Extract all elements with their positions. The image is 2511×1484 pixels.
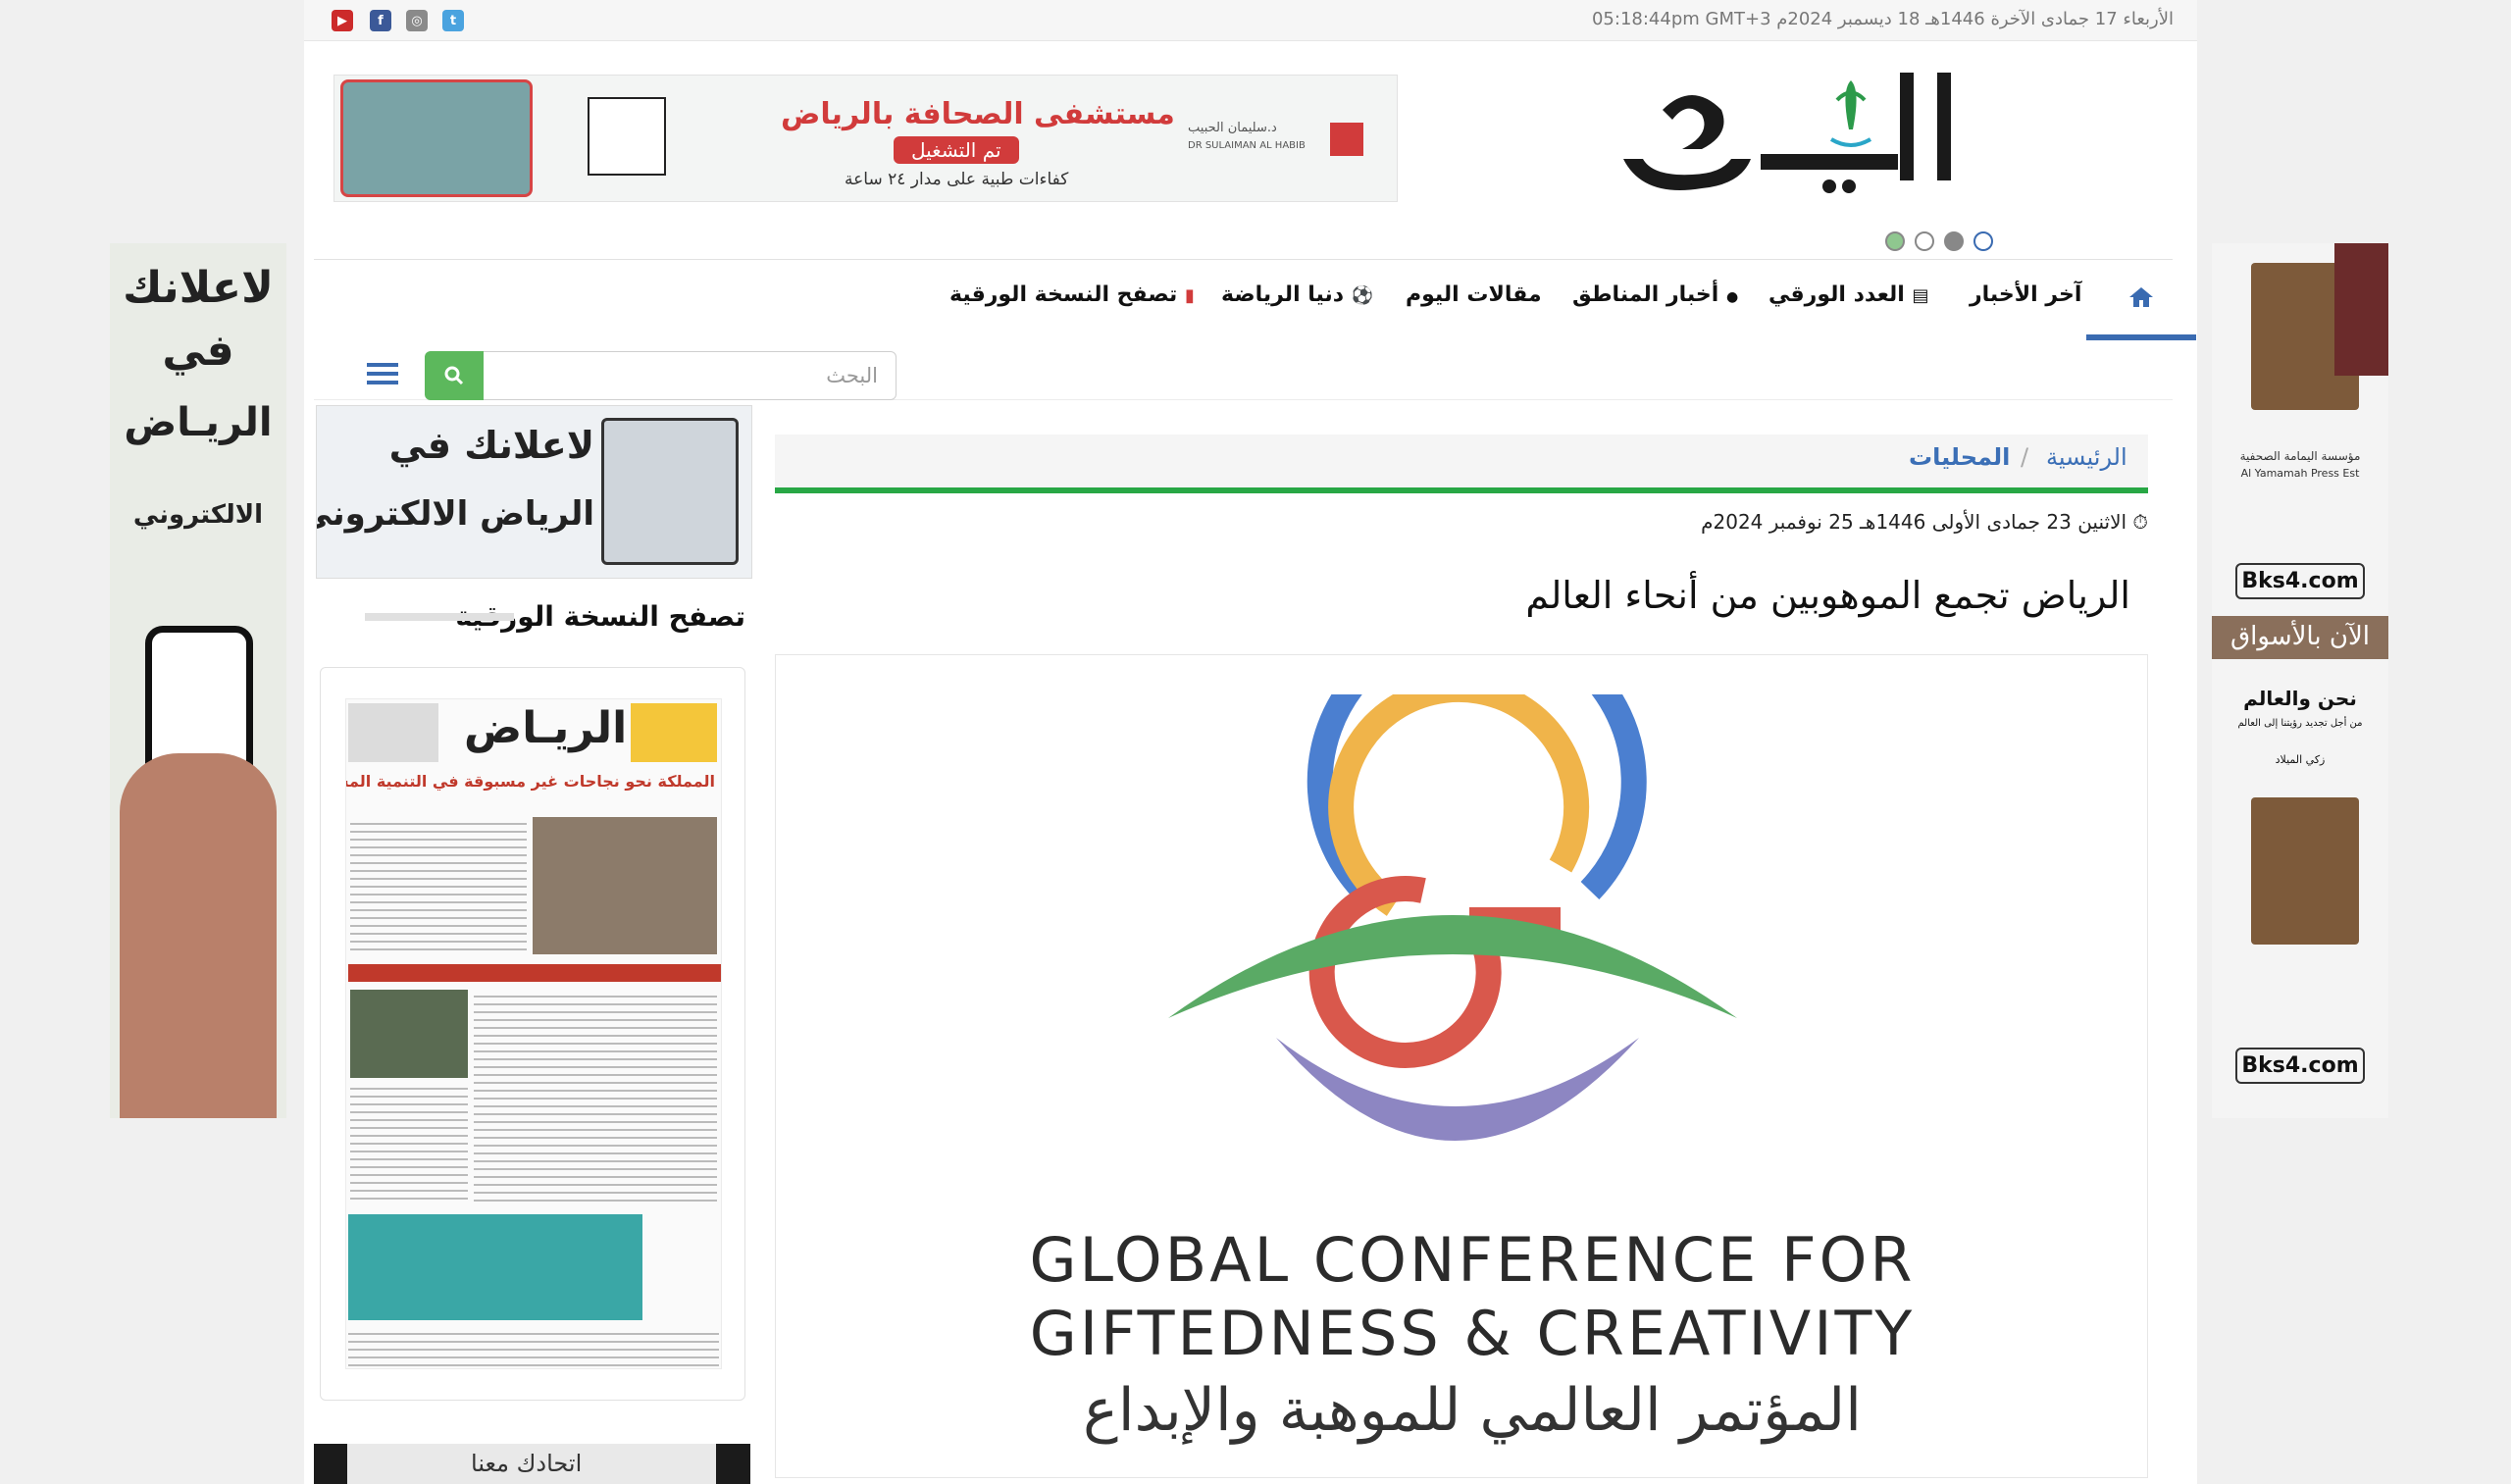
- ad-badge: تم التشغيل: [894, 136, 1019, 164]
- sidebar-ad-text-1: لاعلانك في: [388, 424, 594, 467]
- laptop-icon: [601, 418, 739, 565]
- book-title: نحن والعالم: [2243, 687, 2357, 710]
- sidebar-ad-text-2: الرياض الالكتروني: [316, 494, 594, 534]
- slider-dot-2[interactable]: [1915, 231, 1934, 251]
- home-icon: [2129, 287, 2153, 307]
- article-date: ⏱ الاثنين 23 جمادى الأولى 1446هـ 25 نوفم…: [1701, 510, 2148, 534]
- sky-left-line-3: الريـاض: [124, 400, 273, 445]
- sidebar-ad[interactable]: لاعلانك في الرياض الالكتروني: [316, 405, 752, 579]
- nav-regions[interactable]: ● أخبار المناطق: [1572, 282, 1738, 307]
- book-cover-2: [2251, 797, 2359, 945]
- article-headline: الرياض تجمع الموهوبين من أنحاء العالم: [1525, 574, 2130, 617]
- hero-title-arabic: المؤتمر العالمي للموهبة والإبداع: [1083, 1376, 1862, 1445]
- print-edition-thumbnail[interactable]: الريـاض المملكة نحو نجاحات غير مسبوقة في…: [345, 698, 722, 1369]
- paper-photo: [533, 817, 717, 954]
- ad-subtext: كفاءات طبية على مدار ٢٤ ساعة: [845, 170, 1069, 189]
- ad-brand-en: DR SULAIMAN AL HABIB: [1188, 140, 1306, 151]
- paper-footer-text: [348, 1327, 719, 1366]
- slider-dot-1[interactable]: [1885, 231, 1905, 251]
- clock-icon: ⏱: [2132, 510, 2148, 534]
- search-input[interactable]: البحث: [483, 351, 897, 400]
- paper-photo-2: [350, 990, 468, 1078]
- breadcrumb-home[interactable]: الرئيسية: [2046, 443, 2127, 471]
- paper-corner-ad: [631, 703, 717, 762]
- publisher-name-en: Al Yamamah Press Est: [2240, 467, 2360, 480]
- sky-left-line-4: الالكتروني: [132, 500, 264, 530]
- publisher-name: مؤسسة اليمامة الصحفية: [2239, 449, 2361, 463]
- hero-title-line-2: GIFTEDNESS & CREATIVITY: [1029, 1298, 1916, 1369]
- article-hero-image[interactable]: GLOBAL CONFERENCE FOR GIFTEDNESS & CREAT…: [775, 654, 2148, 1478]
- bottom-sidebar-ad[interactable]: اتحادك معنا: [314, 1444, 750, 1484]
- title-underline: [365, 613, 514, 621]
- bks4-logo-2: Bks4.com: [2235, 1048, 2365, 1084]
- home-button[interactable]: [2086, 260, 2196, 340]
- current-date: الأربعاء 17 جمادى الآخرة 1446هـ 18 ديسمب…: [1591, 9, 2174, 29]
- paper-teal-box: [348, 1214, 642, 1320]
- paper-masthead: الريـاض: [464, 703, 628, 753]
- slider-dot-4[interactable]: [1973, 231, 1993, 251]
- hero-title-line-1: GLOBAL CONFERENCE FOR: [1029, 1224, 1916, 1296]
- facebook-icon[interactable]: f: [370, 10, 391, 31]
- sky-left-line-1: لاعلانك: [123, 263, 274, 313]
- paper-red-band: [348, 964, 721, 982]
- site-logo[interactable]: [1584, 61, 1996, 218]
- bks4-logo: Bks4.com: [2235, 563, 2365, 599]
- twitter-icon[interactable]: t: [442, 10, 464, 31]
- header-ad-banner[interactable]: مستشفى الصحافة بالرياض تم التشغيل كفاءات…: [333, 75, 1398, 202]
- youtube-icon[interactable]: ▶: [332, 10, 353, 31]
- markets-banner: الآن بالأسواق: [2212, 616, 2388, 659]
- bottom-ad-text: اتحادك معنا: [471, 1450, 583, 1477]
- right-skyscraper-ad[interactable]: مؤسسة اليمامة الصحفية Al Yamamah Press E…: [2212, 243, 2388, 1118]
- slider-dot-3[interactable]: [1944, 231, 1964, 251]
- search-icon: [444, 366, 464, 385]
- hospital-logo-icon: [1330, 123, 1363, 156]
- book-author: زكي الميلاد: [2275, 753, 2326, 766]
- paper-qr-block: [348, 703, 438, 762]
- pdf-icon: ▮: [1184, 285, 1195, 306]
- paper-headline: المملكة نحو نجاحات غير مسبوقة في التنمية…: [346, 772, 715, 791]
- newspaper-icon: ▤: [1912, 285, 1929, 306]
- football-icon: ⚽: [1351, 285, 1374, 306]
- breadcrumb-separator: /: [2021, 443, 2029, 471]
- hand-image: [120, 753, 277, 1118]
- map-marker-icon: ●: [1725, 289, 1739, 305]
- sky-left-line-2: في: [162, 326, 234, 376]
- instagram-icon[interactable]: ◎: [406, 10, 428, 31]
- hospital-image: [340, 79, 533, 197]
- nav-sports[interactable]: ⚽ دنيا الرياضة: [1221, 282, 1373, 307]
- paper-text-block: [474, 990, 717, 1205]
- search-button[interactable]: [425, 351, 484, 400]
- hamburger-menu-icon[interactable]: [363, 358, 402, 393]
- left-skyscraper-ad[interactable]: لاعلانك في الريـاض الالكتروني: [110, 243, 286, 1118]
- paper-text-column: [350, 817, 527, 954]
- paper-text-block-2: [350, 1082, 468, 1205]
- nav-articles[interactable]: مقالات اليوم: [1406, 282, 1542, 307]
- nav-latest-news[interactable]: آخر الأخبار: [1970, 282, 2081, 307]
- conference-logo-icon: [1168, 694, 1737, 1141]
- nav-print-issue[interactable]: ▤ العدد الورقي: [1768, 282, 1929, 307]
- ribbon: [2334, 243, 2388, 376]
- breadcrumb-current[interactable]: المحليات: [1909, 443, 2010, 471]
- ad-brand-ar: د.سليمان الحبيب: [1188, 121, 1277, 135]
- book-subtitle: من أجل تجديد رؤيتنا إلى العالم: [2237, 718, 2363, 729]
- nav-browse-print[interactable]: ▮ تصفح النسخة الورقية: [949, 282, 1195, 307]
- ad-headline: مستشفى الصحافة بالرياض: [781, 97, 1175, 131]
- qr-code-icon: [588, 97, 666, 176]
